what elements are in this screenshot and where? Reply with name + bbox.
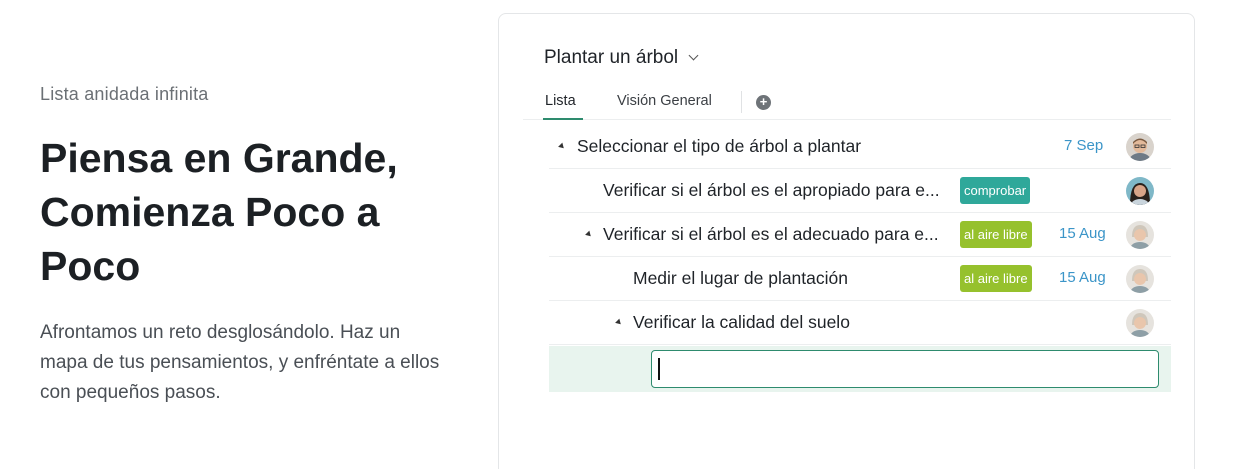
description: Afrontamos un reto desglosándolo. Haz un… <box>40 322 440 403</box>
app-preview-card: Plantar un árbol Lista Visión General + … <box>498 13 1195 469</box>
tag-badge[interactable]: al aire libre <box>960 221 1032 248</box>
chevron-down-icon <box>688 50 699 61</box>
due-date[interactable]: 7 Sep <box>1064 137 1103 154</box>
list-item[interactable]: Verificar si el árbol es el apropiado pa… <box>549 169 1171 213</box>
list-item[interactable]: Seleccionar el tipo de árbol a plantar 7… <box>549 125 1171 169</box>
due-date[interactable]: 15 Aug <box>1059 269 1106 286</box>
new-item-input[interactable] <box>651 350 1159 388</box>
plus-circle-icon[interactable]: + <box>756 95 771 110</box>
list-item-text[interactable]: Seleccionar el tipo de árbol a plantar <box>577 136 861 157</box>
active-tab-indicator <box>543 118 583 120</box>
list-item-text[interactable]: Medir el lugar de plantación <box>633 268 848 289</box>
view-tabs: Lista Visión General + <box>523 88 1171 120</box>
tag-badge[interactable]: al aire libre <box>960 265 1032 292</box>
list-item-text[interactable]: Verificar si el árbol es el adecuado par… <box>603 224 939 245</box>
list-item[interactable]: Medir el lugar de plantación al aire lib… <box>549 257 1171 301</box>
project-title-dropdown[interactable]: Plantar un árbol <box>544 47 699 69</box>
tag-badge[interactable]: comprobar <box>960 177 1031 204</box>
due-date[interactable]: 15 Aug <box>1059 225 1106 242</box>
avatar[interactable] <box>1126 309 1154 337</box>
list-item-text[interactable]: Verificar si el árbol es el apropiado pa… <box>603 180 940 201</box>
project-title: Plantar un árbol <box>544 47 679 68</box>
tab-lista[interactable]: Lista <box>545 93 576 109</box>
text-caret <box>658 358 660 380</box>
avatar[interactable] <box>1126 177 1154 205</box>
list-item[interactable]: Verificar la calidad del suelo <box>549 301 1171 345</box>
tab-vision-general[interactable]: Visión General <box>617 93 712 109</box>
new-item-row <box>549 346 1171 392</box>
list-item[interactable]: Verificar si el árbol es el adecuado par… <box>549 213 1171 257</box>
avatar[interactable] <box>1126 221 1154 249</box>
eyebrow-text: Lista anidada infinita <box>40 84 209 104</box>
tab-divider <box>741 91 742 113</box>
collapse-triangle-icon[interactable] <box>615 318 623 327</box>
collapse-triangle-icon[interactable] <box>558 142 566 151</box>
collapse-triangle-icon[interactable] <box>585 230 593 239</box>
list-item-text[interactable]: Verificar la calidad del suelo <box>633 312 850 333</box>
avatar[interactable] <box>1126 265 1154 293</box>
avatar[interactable] <box>1126 133 1154 161</box>
headline: Piensa en Grande, Comienza Poco a Poco <box>40 135 398 289</box>
